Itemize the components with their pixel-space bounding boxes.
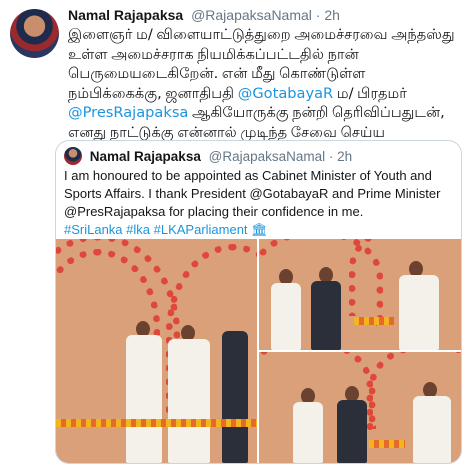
- mention-gotabayar[interactable]: @GotabayaR: [238, 85, 333, 102]
- person-figure: [413, 396, 451, 463]
- person-figure: [399, 275, 439, 350]
- quoted-author-name: Namal Rajapaksa: [89, 149, 201, 164]
- person-figure: [126, 335, 162, 463]
- author-avatar[interactable]: [10, 9, 59, 58]
- quoted-author-handle: @RajapaksaNamal: [208, 149, 326, 164]
- ceremony-photo-2[interactable]: [259, 239, 461, 350]
- quoted-hashtags: #SriLanka #lka #LKAParliament 🏛: [64, 222, 268, 237]
- separator-dot: ·: [328, 149, 334, 164]
- tweet-header: Namal Rajapaksa @RajapaksaNamal · 2h: [68, 6, 340, 24]
- quoted-tweet-card[interactable]: Namal Rajapaksa @RajapaksaNamal · 2h I a…: [55, 140, 462, 464]
- flower-garland: [369, 440, 405, 448]
- quoted-tweet-time: 2h: [337, 149, 353, 164]
- author-name[interactable]: Namal Rajapaksa: [68, 7, 183, 23]
- quoted-tweet-body: I am honoured to be appointed as Cabinet…: [64, 168, 441, 219]
- person-figure: [271, 283, 301, 350]
- person-figure: [293, 402, 323, 463]
- person-figure: [337, 400, 367, 463]
- flower-garland: [56, 419, 257, 427]
- tweet-text-part: ம/ பிரதமர்: [333, 84, 407, 102]
- quoted-author-avatar: [64, 147, 82, 165]
- tweet-time[interactable]: 2h: [324, 7, 340, 23]
- mention-presrajapaksa[interactable]: @PresRajapaksa: [68, 104, 188, 121]
- flower-garland: [354, 317, 394, 325]
- photo-gallery: [56, 239, 461, 463]
- separator-dot: ·: [315, 7, 321, 23]
- author-handle[interactable]: @RajapaksaNamal: [191, 7, 312, 23]
- ceremony-photo-3[interactable]: [259, 352, 461, 463]
- quoted-tweet-text: I am honoured to be appointed as Cabinet…: [64, 167, 456, 239]
- officer-figure: [222, 331, 248, 463]
- person-figure: [168, 339, 210, 463]
- ceremony-photo-1[interactable]: [56, 239, 257, 463]
- person-figure: [311, 281, 341, 350]
- quoted-tweet-header: Namal Rajapaksa @RajapaksaNamal · 2h: [64, 147, 352, 166]
